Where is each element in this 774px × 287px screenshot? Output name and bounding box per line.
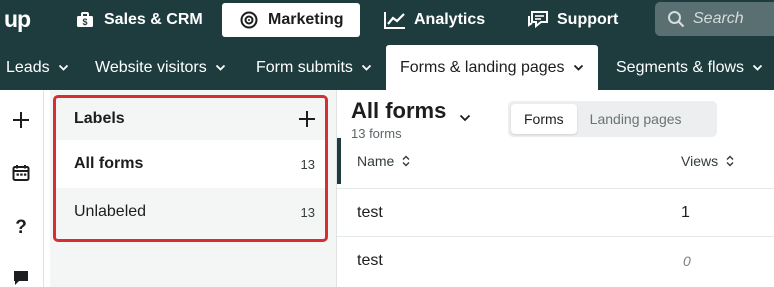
column-header-views[interactable]: Views bbox=[681, 138, 734, 184]
form-name[interactable]: test bbox=[357, 237, 383, 285]
subnav-form-submits[interactable]: Form submits bbox=[256, 45, 372, 90]
nav-marketing-label: Marketing bbox=[268, 11, 344, 28]
subnav-form-submits-label: Form submits bbox=[256, 58, 353, 76]
nav-support[interactable]: Support bbox=[527, 3, 618, 37]
table-row[interactable]: test 0 bbox=[337, 236, 774, 284]
search-placeholder: Search bbox=[693, 10, 744, 27]
sort-icon bbox=[726, 155, 734, 167]
chevron-down-icon[interactable] bbox=[459, 114, 471, 122]
table-row[interactable]: test 1 bbox=[337, 188, 774, 236]
plus-icon[interactable] bbox=[8, 107, 34, 133]
subnav-leads[interactable]: Leads bbox=[6, 45, 69, 90]
plus-icon bbox=[299, 111, 315, 127]
label-item-unlabeled[interactable]: Unlabeled 13 bbox=[56, 188, 325, 236]
svg-text:?: ? bbox=[15, 217, 27, 236]
labels-title: Labels bbox=[74, 110, 125, 127]
column-header-label: Name bbox=[357, 153, 395, 169]
labels-card-highlighted: Labels All forms 13 Unlabeled 13 bbox=[53, 95, 328, 242]
target-icon bbox=[238, 9, 260, 31]
chevron-down-icon bbox=[215, 64, 226, 72]
add-label-button[interactable] bbox=[295, 107, 319, 131]
toggle-forms[interactable]: Forms bbox=[511, 104, 577, 134]
nav-sales-crm-label: Sales & CRM bbox=[104, 11, 203, 28]
sub-navigation-bar: Leads Website visitors Form submits Form… bbox=[0, 45, 774, 90]
subnav-leads-label: Leads bbox=[6, 58, 50, 76]
page-title: All forms bbox=[351, 98, 447, 123]
labels-panel: Labels All forms 13 Unlabeled 13 bbox=[50, 90, 337, 287]
calendar-icon[interactable] bbox=[8, 160, 34, 186]
label-item-all-forms[interactable]: All forms 13 bbox=[56, 140, 325, 188]
svg-text:$: $ bbox=[82, 17, 87, 27]
subnav-forms-landing-pages[interactable]: Forms & landing pages bbox=[386, 45, 598, 90]
form-name[interactable]: test bbox=[357, 189, 383, 237]
chat-icon[interactable] bbox=[8, 265, 34, 287]
chat-icon bbox=[527, 9, 549, 31]
column-header-name[interactable]: Name bbox=[357, 138, 410, 184]
main-content: All forms 13 forms Forms Landing pages N… bbox=[337, 90, 774, 287]
chevron-down-icon bbox=[752, 64, 763, 72]
help-icon[interactable]: ? bbox=[8, 213, 34, 239]
toggle-landing-pages[interactable]: Landing pages bbox=[577, 104, 695, 134]
subnav-website-visitors[interactable]: Website visitors bbox=[95, 45, 226, 90]
sort-icon bbox=[402, 155, 410, 167]
chevron-down-icon bbox=[573, 64, 584, 72]
labels-header: Labels bbox=[56, 98, 325, 140]
nav-support-label: Support bbox=[557, 11, 619, 28]
app-logo[interactable]: up bbox=[4, 6, 31, 33]
subnav-segments-flows-label: Segments & flows bbox=[616, 58, 745, 76]
nav-analytics[interactable]: Analytics bbox=[384, 3, 485, 37]
label-name: Unlabeled bbox=[74, 203, 147, 220]
chevron-down-icon bbox=[58, 64, 69, 72]
search-input[interactable]: Search bbox=[655, 2, 774, 36]
left-rail: ? bbox=[0, 90, 44, 287]
form-views: 0 bbox=[683, 253, 691, 269]
table-header-accent bbox=[337, 138, 341, 184]
nav-marketing[interactable]: Marketing bbox=[222, 3, 360, 37]
nav-analytics-label: Analytics bbox=[414, 11, 486, 28]
column-header-label: Views bbox=[681, 153, 719, 169]
chevron-down-icon bbox=[361, 64, 372, 72]
briefcase-icon: $ bbox=[74, 9, 96, 31]
view-toggle: Forms Landing pages bbox=[508, 101, 717, 137]
nav-sales-crm[interactable]: $ Sales & CRM bbox=[74, 3, 203, 37]
form-views: 1 bbox=[681, 204, 690, 221]
label-name: All forms bbox=[74, 155, 144, 172]
search-icon bbox=[667, 10, 685, 28]
top-navigation-bar: up $ Sales & CRM Marketing Analytics Sup… bbox=[0, 0, 774, 45]
subnav-website-visitors-label: Website visitors bbox=[95, 58, 207, 76]
subnav-segments-flows[interactable]: Segments & flows bbox=[616, 45, 763, 90]
chart-icon bbox=[384, 9, 406, 31]
subnav-forms-landing-pages-label: Forms & landing pages bbox=[400, 58, 565, 76]
label-count: 13 bbox=[300, 156, 315, 172]
label-count: 13 bbox=[300, 204, 315, 220]
